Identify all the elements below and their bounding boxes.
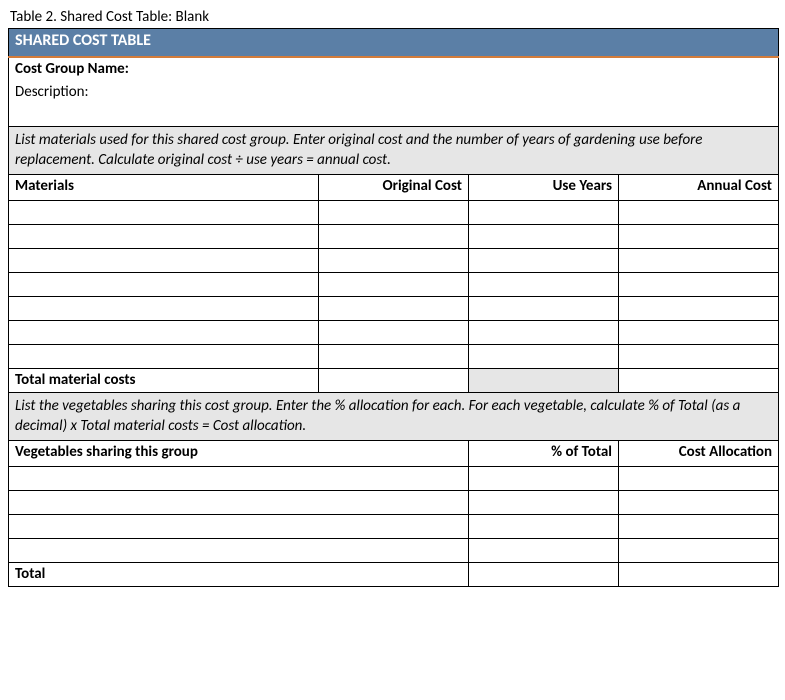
materials-use-years-cell <box>469 249 619 273</box>
materials-use-years-cell <box>469 201 619 225</box>
materials-row <box>9 249 779 273</box>
vegetables-instruction: List the vegetables sharing this cost gr… <box>9 393 779 441</box>
materials-original-cost-cell <box>319 201 469 225</box>
vegetable-name-cell <box>9 467 469 491</box>
vegetables-row <box>9 539 779 563</box>
materials-name-cell <box>9 321 319 345</box>
materials-annual-cost-cell <box>619 321 779 345</box>
vegetable-name-cell <box>9 491 469 515</box>
vegetable-alloc-cell <box>619 491 779 515</box>
vegetable-pct-cell <box>469 467 619 491</box>
materials-use-years-cell <box>469 225 619 249</box>
materials-row <box>9 273 779 297</box>
materials-name-cell <box>9 249 319 273</box>
total-material-costs-label: Total material costs <box>9 369 319 393</box>
materials-name-cell <box>9 273 319 297</box>
materials-original-cost-cell <box>319 345 469 369</box>
shared-cost-table: SHARED COST TABLE Cost Group Name: Descr… <box>8 28 779 441</box>
materials-annual-cost-cell <box>619 273 779 297</box>
materials-original-cost-cell <box>319 225 469 249</box>
vegetable-name-cell <box>9 539 469 563</box>
materials-row <box>9 297 779 321</box>
materials-row <box>9 345 779 369</box>
vegetable-alloc-cell <box>619 515 779 539</box>
materials-original-cost-cell <box>319 249 469 273</box>
use-years-col-header: Use Years <box>469 175 619 201</box>
table-caption: Table 2. Shared Cost Table: Blank <box>10 8 777 26</box>
cost-allocation-col-header: Cost Allocation <box>619 441 779 467</box>
original-cost-col-header: Original Cost <box>319 175 469 201</box>
materials-name-cell <box>9 345 319 369</box>
materials-annual-cost-cell <box>619 297 779 321</box>
materials-original-cost-cell <box>319 297 469 321</box>
vegetable-pct-cell <box>469 515 619 539</box>
materials-original-cost-cell <box>319 321 469 345</box>
materials-name-cell <box>9 225 319 249</box>
total-use-years-shaded <box>469 369 619 393</box>
materials-annual-cost-cell <box>619 249 779 273</box>
cost-group-name-label: Cost Group Name: <box>9 57 779 81</box>
materials-annual-cost-cell <box>619 201 779 225</box>
total-label: Total <box>9 563 469 587</box>
vegetables-row <box>9 491 779 515</box>
vegetables-row <box>9 515 779 539</box>
vegetables-subtable: Vegetables sharing this group % of Total… <box>8 440 779 587</box>
vegetables-col-header: Vegetables sharing this group <box>9 441 469 467</box>
materials-row <box>9 201 779 225</box>
materials-row <box>9 321 779 345</box>
materials-name-cell <box>9 201 319 225</box>
vegetable-alloc-cell <box>619 467 779 491</box>
materials-name-cell <box>9 297 319 321</box>
total-alloc <box>619 563 779 587</box>
materials-use-years-cell <box>469 345 619 369</box>
materials-annual-cost-cell <box>619 345 779 369</box>
vegetable-alloc-cell <box>619 539 779 563</box>
description-label: Description: <box>9 81 779 127</box>
annual-cost-col-header: Annual Cost <box>619 175 779 201</box>
materials-use-years-cell <box>469 273 619 297</box>
materials-row <box>9 225 779 249</box>
materials-annual-cost-cell <box>619 225 779 249</box>
total-original-cost <box>319 369 469 393</box>
vegetable-pct-cell <box>469 491 619 515</box>
materials-instruction: List materials used for this shared cost… <box>9 127 779 175</box>
total-pct <box>469 563 619 587</box>
vegetable-name-cell <box>9 515 469 539</box>
materials-col-header: Materials <box>9 175 319 201</box>
materials-original-cost-cell <box>319 273 469 297</box>
materials-use-years-cell <box>469 297 619 321</box>
header-bar: SHARED COST TABLE <box>9 29 779 57</box>
materials-use-years-cell <box>469 321 619 345</box>
vegetable-pct-cell <box>469 539 619 563</box>
total-annual-cost <box>619 369 779 393</box>
vegetables-row <box>9 467 779 491</box>
pct-total-col-header: % of Total <box>469 441 619 467</box>
